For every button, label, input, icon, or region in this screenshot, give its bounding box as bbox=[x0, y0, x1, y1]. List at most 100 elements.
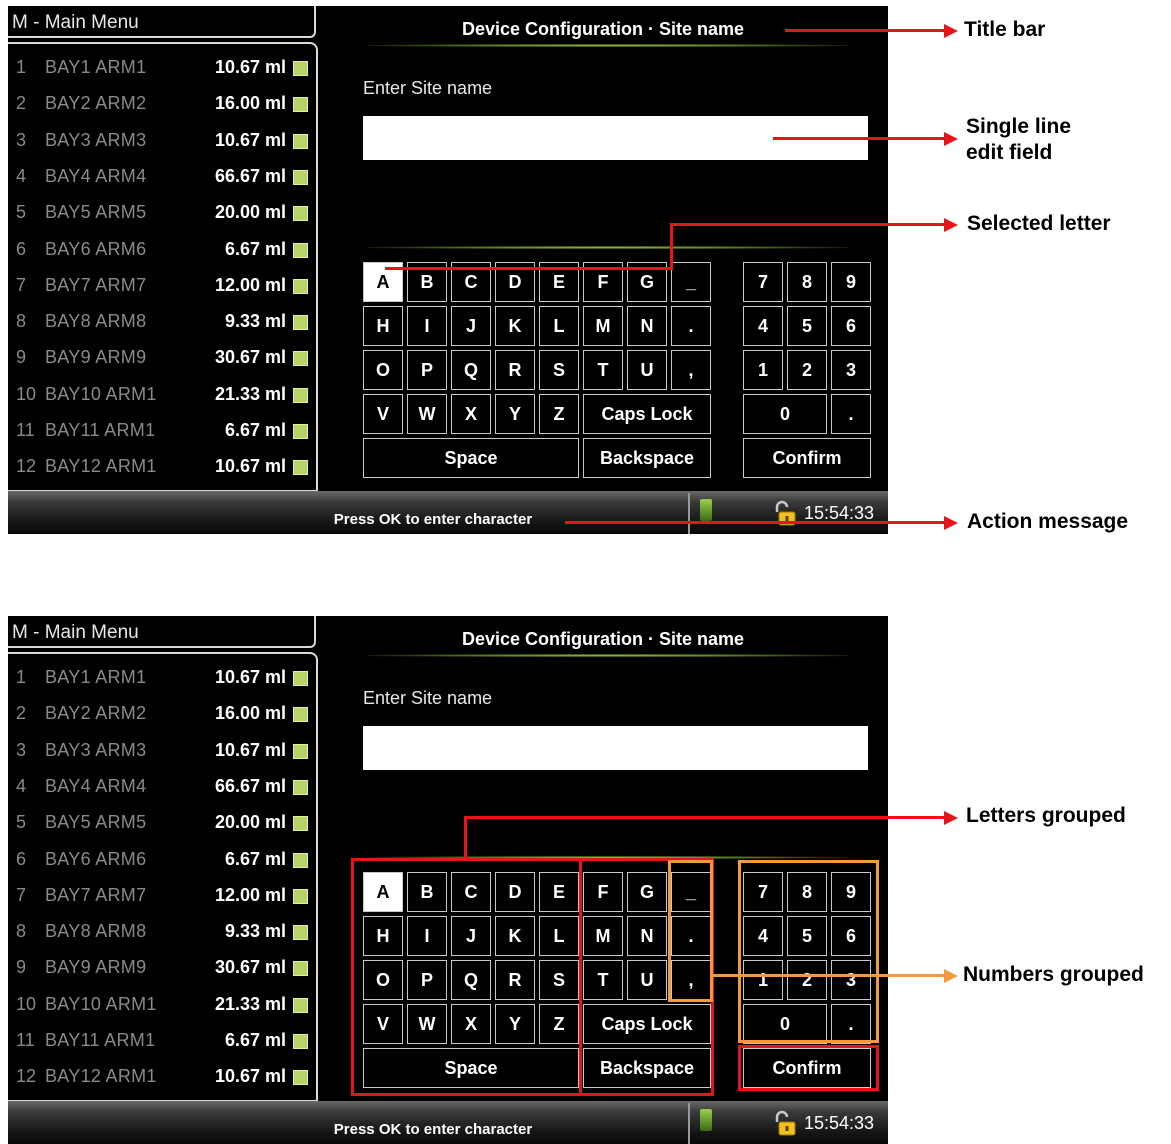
list-item-number: 3 bbox=[16, 739, 27, 760]
list-item-bay-arm[interactable]: 6 BAY6 ARM6 6.67 ml bbox=[8, 844, 316, 880]
title-divider bbox=[368, 44, 848, 47]
status-square-icon bbox=[293, 816, 308, 832]
status-square-icon bbox=[293, 206, 308, 222]
clock: 15:54:33 bbox=[804, 1113, 875, 1133]
list-item-bay-arm[interactable]: 12 BAY12 ARM1 10.67 ml bbox=[8, 1061, 316, 1097]
action-message: Press OK to enter character bbox=[333, 1121, 533, 1138]
list-item-bay-arm[interactable]: 11 BAY11 ARM1 6.67 ml bbox=[8, 1025, 316, 1061]
key-q[interactable]: Q bbox=[451, 350, 491, 390]
key-i[interactable]: I bbox=[407, 306, 447, 346]
main-menu-tab[interactable]: M - Main Menu bbox=[8, 616, 316, 648]
list-item-name: BAY3 ARM3 bbox=[45, 129, 147, 150]
caps-lock-key[interactable]: Caps Lock bbox=[583, 394, 711, 434]
status-square-icon bbox=[293, 387, 308, 403]
list-item-volume: 10.67 ml bbox=[214, 129, 286, 150]
device-screen-top: M - Main Menu 1 BAY1 ARM1 10.67 ml 2 BAY2 AR… bbox=[8, 6, 888, 534]
key-n[interactable]: N bbox=[627, 306, 667, 346]
status-square-icon bbox=[293, 779, 308, 795]
callout-arrowhead bbox=[944, 811, 958, 825]
punctuation-group-box bbox=[668, 860, 713, 1002]
list-item-bay-arm[interactable]: 5 BAY5 ARM5 20.00 ml bbox=[8, 197, 316, 233]
key-number-9[interactable]: 9 bbox=[831, 262, 871, 302]
list-item-name: BAY4 ARM4 bbox=[45, 165, 147, 186]
list-item-bay-arm[interactable]: 8 BAY8 ARM8 9.33 ml bbox=[8, 306, 316, 342]
status-square-icon bbox=[293, 169, 308, 185]
list-item-bay-arm[interactable]: 5 BAY5 ARM5 20.00 ml bbox=[8, 807, 316, 843]
main-menu-tab[interactable]: M - Main Menu bbox=[8, 6, 316, 38]
key-h[interactable]: H bbox=[363, 306, 403, 346]
list-item-bay-arm[interactable]: 11 BAY11 ARM1 6.67 ml bbox=[8, 415, 316, 451]
key-v[interactable]: V bbox=[363, 394, 403, 434]
callout-label: Numbers grouped bbox=[963, 963, 1144, 986]
list-item-number: 1 bbox=[16, 57, 27, 77]
list-item-bay-arm[interactable]: 9 BAY9 ARM9 30.67 ml bbox=[8, 952, 316, 988]
battery-icon bbox=[700, 499, 712, 521]
callout-label: Single line edit field bbox=[966, 114, 1071, 166]
list-item-number: 2 bbox=[16, 703, 27, 724]
list-item-volume: 12.00 ml bbox=[214, 274, 286, 295]
status-bar: Press OK to enter character 15:54:33 bbox=[8, 491, 888, 534]
list-item-bay-arm[interactable]: 9 BAY9 ARM9 30.67 ml bbox=[8, 342, 316, 378]
key-number-4[interactable]: 4 bbox=[743, 306, 783, 346]
list-item-number: 6 bbox=[16, 238, 27, 259]
site-name-input[interactable] bbox=[363, 726, 868, 770]
list-item-bay-arm[interactable]: 12 BAY12 ARM1 10.67 ml bbox=[8, 451, 316, 487]
key-number-3[interactable]: 3 bbox=[831, 350, 871, 390]
list-item-volume: 10.67 ml bbox=[214, 667, 286, 687]
list-item-bay-arm[interactable]: 7 BAY7 ARM7 12.00 ml bbox=[8, 880, 316, 916]
list-item-bay-arm[interactable]: 10 BAY10 ARM1 21.33 ml bbox=[8, 989, 316, 1025]
key-t[interactable]: T bbox=[583, 350, 623, 390]
key-number-6[interactable]: 6 bbox=[831, 306, 871, 346]
key-l[interactable]: L bbox=[539, 306, 579, 346]
status-square-icon bbox=[293, 242, 308, 258]
key-z[interactable]: Z bbox=[539, 394, 579, 434]
key-j[interactable]: J bbox=[451, 306, 491, 346]
list-item-number: 10 bbox=[16, 993, 37, 1014]
list-item-volume: 9.33 ml bbox=[224, 311, 286, 332]
list-item-bay-arm[interactable]: 3 BAY3 ARM3 10.67 ml bbox=[8, 735, 316, 771]
status-square-icon bbox=[293, 961, 308, 977]
key-m[interactable]: M bbox=[583, 306, 623, 346]
backspace-key[interactable]: Backspace bbox=[583, 438, 711, 478]
key-k[interactable]: K bbox=[495, 306, 535, 346]
key-s[interactable]: S bbox=[539, 350, 579, 390]
key-underscore[interactable]: _ bbox=[671, 262, 711, 302]
list-item-bay-arm[interactable]: 10 BAY10 ARM1 21.33 ml bbox=[8, 379, 316, 415]
key-x[interactable]: X bbox=[451, 394, 491, 434]
key-number-5[interactable]: 5 bbox=[787, 306, 827, 346]
input-prompt: Enter Site name bbox=[363, 688, 493, 708]
list-item-number: 11 bbox=[16, 1030, 35, 1050]
key-decimal-point[interactable]: . bbox=[831, 394, 871, 434]
space-key[interactable]: Space bbox=[363, 438, 579, 478]
list-item-volume: 6.67 ml bbox=[224, 1030, 286, 1050]
key-number-7[interactable]: 7 bbox=[743, 262, 783, 302]
key-number-8[interactable]: 8 bbox=[787, 262, 827, 302]
confirm-key[interactable]: Confirm bbox=[743, 438, 871, 478]
key-r[interactable]: R bbox=[495, 350, 535, 390]
key-number-0[interactable]: 0 bbox=[743, 394, 827, 434]
list-item-name: BAY10 ARM1 bbox=[45, 993, 157, 1014]
list-item-bay-arm[interactable]: 4 BAY4 ARM4 66.67 ml bbox=[8, 771, 316, 807]
list-item-bay-arm[interactable]: 2 BAY2 ARM2 16.00 ml bbox=[8, 698, 316, 734]
key-number-1[interactable]: 1 bbox=[743, 350, 783, 390]
key-y[interactable]: Y bbox=[495, 394, 535, 434]
list-item-bay-arm[interactable]: 1 BAY1 ARM1 10.67 ml bbox=[8, 52, 316, 88]
key-o[interactable]: O bbox=[363, 350, 403, 390]
list-item-volume: 10.67 ml bbox=[214, 1066, 286, 1087]
list-item-bay-arm[interactable]: 3 BAY3 ARM3 10.67 ml bbox=[8, 125, 316, 161]
list-item-bay-arm[interactable]: 1 BAY1 ARM1 10.67 ml bbox=[8, 662, 316, 698]
key-period[interactable]: . bbox=[671, 306, 711, 346]
list-item-bay-arm[interactable]: 6 BAY6 ARM6 6.67 ml bbox=[8, 234, 316, 270]
key-number-2[interactable]: 2 bbox=[787, 350, 827, 390]
callout-label: Selected letter bbox=[967, 212, 1111, 235]
list-item-bay-arm[interactable]: 4 BAY4 ARM4 66.67 ml bbox=[8, 161, 316, 197]
list-item-volume: 30.67 ml bbox=[214, 957, 286, 978]
key-p[interactable]: P bbox=[407, 350, 447, 390]
key-w[interactable]: W bbox=[407, 394, 447, 434]
list-item-bay-arm[interactable]: 2 BAY2 ARM2 16.00 ml bbox=[8, 88, 316, 124]
key-comma[interactable]: , bbox=[671, 350, 711, 390]
window-title: Device Configuration · Site name bbox=[461, 19, 745, 39]
list-item-bay-arm[interactable]: 8 BAY8 ARM8 9.33 ml bbox=[8, 916, 316, 952]
list-item-bay-arm[interactable]: 7 BAY7 ARM7 12.00 ml bbox=[8, 270, 316, 306]
key-u[interactable]: U bbox=[627, 350, 667, 390]
